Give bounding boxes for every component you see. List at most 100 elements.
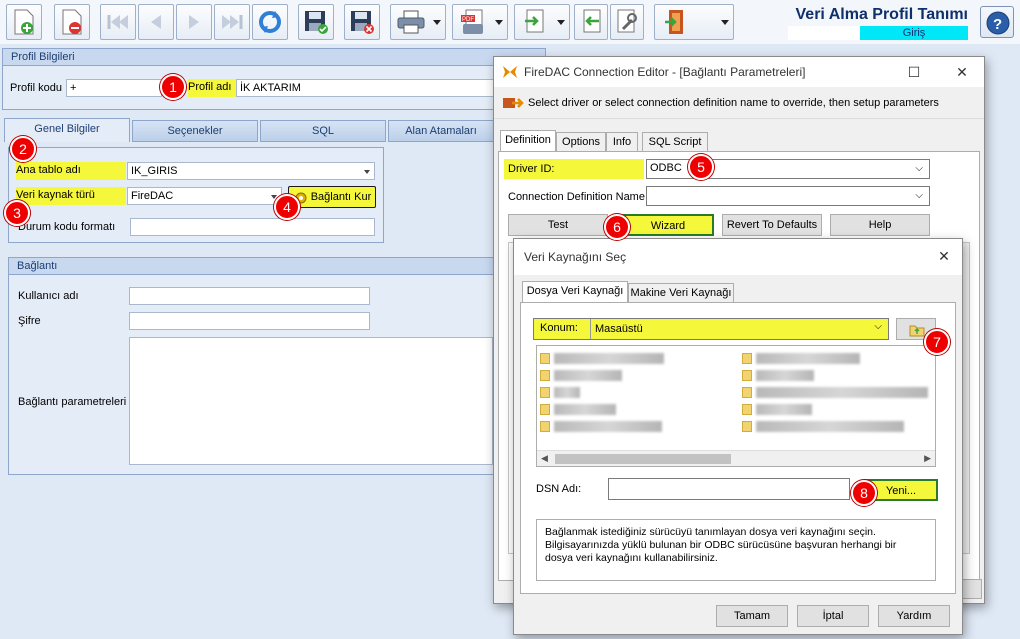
file-item[interactable] [756,404,812,415]
mode-indicator: Giriş [788,26,968,40]
tools-icon [617,9,637,33]
yardim-button[interactable]: Yardım [878,605,950,627]
butterfly-icon [503,66,517,78]
folder-icon [742,404,752,415]
file-item[interactable] [554,421,662,432]
cancel-save-icon [351,11,374,34]
tab-definition[interactable]: Definition [500,130,556,152]
file-list-hscrollbar[interactable]: ◀ ▶ [537,450,935,466]
help-button[interactable]: Help [830,214,930,236]
ana-tablo-combo[interactable]: IK_GIRIS [127,162,375,180]
conn-def-combo[interactable]: ⌵ [646,186,930,206]
wizard-button[interactable]: Wizard [622,214,714,236]
app-title: Veri Alma Profil Tanımı [795,6,969,23]
prev-record-button[interactable] [138,4,174,40]
step-badge-3: 3 [4,200,30,226]
mode-label: Giriş [860,26,968,40]
test-button[interactable]: Test [508,214,608,236]
profil-kodu-label: Profil kodu [10,82,62,94]
file-item[interactable] [756,370,814,381]
maximize-icon[interactable]: ☐ [894,57,934,87]
step-badge-2: 2 [10,136,36,162]
export-button[interactable] [514,4,570,40]
delete-button[interactable] [54,4,90,40]
tab-options[interactable]: Options [556,132,606,152]
scroll-thumb[interactable] [555,454,731,464]
import-button[interactable] [574,4,608,40]
last-icon [222,15,243,29]
step-badge-4: 4 [274,194,300,220]
scroll-left-icon[interactable]: ◀ [541,453,548,464]
import-icon [583,9,601,33]
profil-group-title: Profil Bilgileri [2,48,546,66]
kullanici-adi-input[interactable] [129,287,370,305]
folder-icon [742,387,752,398]
baglanti-kur-button[interactable]: Bağlantı Kur [288,186,376,208]
baglanti-group-title: Bağlantı [8,257,494,275]
dsn-adi-input[interactable] [608,478,850,500]
help-button[interactable]: ? [980,6,1014,38]
firedac-header: Select driver or select connection defin… [494,87,984,119]
ana-tablo-value: IK_GIRIS [131,165,178,177]
veri-kaynak-combo[interactable]: FireDAC [127,187,282,205]
tab-info[interactable]: Info [606,132,638,152]
revert-defaults-button[interactable]: Revert To Defaults [722,214,822,236]
pdf-button[interactable]: PDF [452,4,508,40]
file-item[interactable] [554,387,580,398]
close-icon[interactable]: ✕ [942,57,982,87]
konum-label: Konum: [540,322,578,334]
file-item[interactable] [756,353,860,364]
profil-adi-label: Profil adı [188,79,236,97]
folder-icon [540,353,550,364]
baglanti-param-label: Bağlantı parametreleri [18,396,127,408]
file-item[interactable] [554,370,622,381]
dsn-adi-label: DSN Adı: [536,483,582,495]
tab-secenekler[interactable]: Seçenekler [132,120,258,142]
last-record-button[interactable] [214,4,250,40]
tamam-button[interactable]: Tamam [716,605,788,627]
konum-value: Masaüstü [590,319,886,339]
tab-sql-script[interactable]: SQL Script [642,132,708,152]
veri-kaynak-label: Veri kaynak türü [16,187,126,205]
sifre-input[interactable] [129,312,370,330]
profil-kodu-input[interactable]: + [66,79,162,97]
driver-id-value: ODBC [650,162,682,174]
save-button[interactable] [298,4,334,40]
tab-sql[interactable]: SQL [260,120,386,142]
refresh-button[interactable] [252,4,288,40]
baglanti-param-textarea[interactable] [129,337,493,465]
tab-makine-veri-kaynagi[interactable]: Makine Veri Kaynağı [628,283,734,303]
scroll-right-icon[interactable]: ▶ [924,453,931,464]
step-badge-5: 5 [688,154,714,180]
exit-button[interactable] [654,4,734,40]
tab-dosya-veri-kaynagi[interactable]: Dosya Veri Kaynağı [522,281,628,303]
vks-title: Veri Kaynağını Seç [514,239,962,275]
file-item[interactable] [554,353,664,364]
driver-id-label: Driver ID: [504,159,644,179]
durum-kodu-input[interactable] [130,218,375,236]
new-button[interactable] [6,4,42,40]
tools-button[interactable] [610,4,644,40]
profil-adi-input[interactable]: İK AKTARIM [236,79,494,97]
exit-icon [665,10,683,34]
file-item[interactable] [756,421,904,432]
print-button[interactable] [390,4,446,40]
konum-row[interactable]: Konum: Masaüstü ⌵ [533,318,889,340]
next-record-button[interactable] [176,4,212,40]
file-item[interactable] [756,387,928,398]
ana-tablo-label: Ana tablo adı [16,162,126,180]
step-badge-7: 7 [924,329,950,355]
folder-icon [742,421,752,432]
conn-def-label: Connection Definition Name: [508,191,649,203]
file-item[interactable] [554,404,616,415]
baglanti-kur-label: Bağlantı Kur [310,191,372,203]
iptal-button[interactable]: İptal [797,605,869,627]
chevron-down-icon: ⌵ [915,190,923,201]
first-record-button[interactable] [100,4,136,40]
close-icon[interactable]: ✕ [924,241,964,271]
cancel-save-button[interactable] [344,4,380,40]
sifre-label: Şifre [18,315,41,327]
pdf-icon: PDF [461,9,483,34]
new-doc-icon [14,9,34,35]
tab-alan-atamalari[interactable]: Alan Atamaları [388,120,494,142]
